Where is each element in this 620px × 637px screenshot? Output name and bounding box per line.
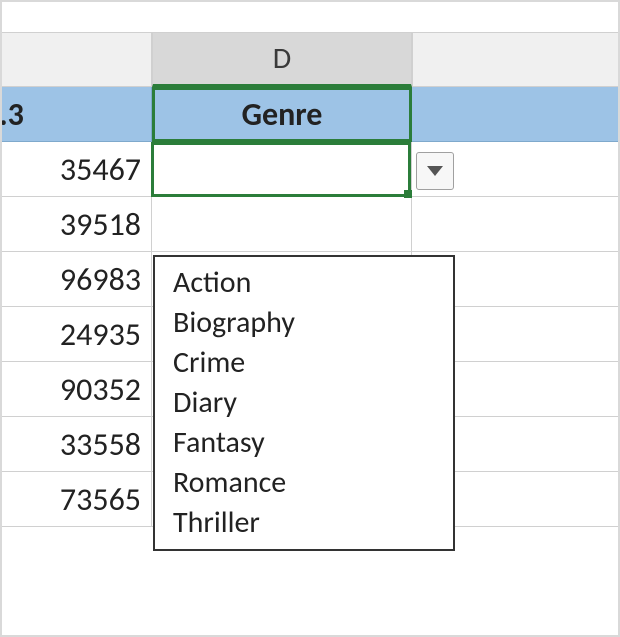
- cell-genre[interactable]: [152, 197, 412, 252]
- screenshot-canvas: D .3 Genre 35467 39518 96983 24935: [0, 0, 620, 637]
- cell-prev[interactable]: 35467: [0, 142, 152, 197]
- dropdown-option[interactable]: Crime: [159, 343, 449, 383]
- cell-prev[interactable]: 33558: [0, 417, 152, 472]
- dropdown-option[interactable]: Thriller: [159, 503, 449, 543]
- dropdown-option[interactable]: Action: [159, 263, 449, 303]
- cell-prev[interactable]: 24935: [0, 307, 152, 362]
- header-cell-next[interactable]: [412, 87, 620, 142]
- chevron-down-icon: [427, 162, 443, 181]
- cell-prev[interactable]: 96983: [0, 252, 152, 307]
- dropdown-option[interactable]: Fantasy: [159, 423, 449, 463]
- cell-prev[interactable]: 39518: [0, 197, 152, 252]
- cell-next[interactable]: [412, 197, 620, 252]
- fill-handle[interactable]: [404, 190, 412, 198]
- dropdown-option[interactable]: Biography: [159, 303, 449, 343]
- data-validation-dropdown-button[interactable]: [416, 152, 454, 190]
- column-header-D[interactable]: D: [152, 32, 412, 87]
- cell-prev[interactable]: 90352: [0, 362, 152, 417]
- data-validation-dropdown-list[interactable]: Action Biography Crime Diary Fantasy Rom…: [153, 255, 455, 551]
- column-header-next[interactable]: [412, 32, 620, 87]
- header-cell-prev[interactable]: .3: [0, 87, 152, 142]
- dropdown-option[interactable]: Diary: [159, 383, 449, 423]
- column-header-prev[interactable]: [0, 32, 152, 87]
- header-cell-genre[interactable]: Genre: [152, 87, 412, 142]
- column-header-row: D: [0, 32, 620, 87]
- cell-prev[interactable]: 73565: [0, 472, 152, 527]
- active-cell-D2[interactable]: [151, 142, 411, 197]
- data-row: 39518: [0, 197, 620, 252]
- header-row: .3 Genre: [0, 87, 620, 142]
- dropdown-option[interactable]: Romance: [159, 463, 449, 503]
